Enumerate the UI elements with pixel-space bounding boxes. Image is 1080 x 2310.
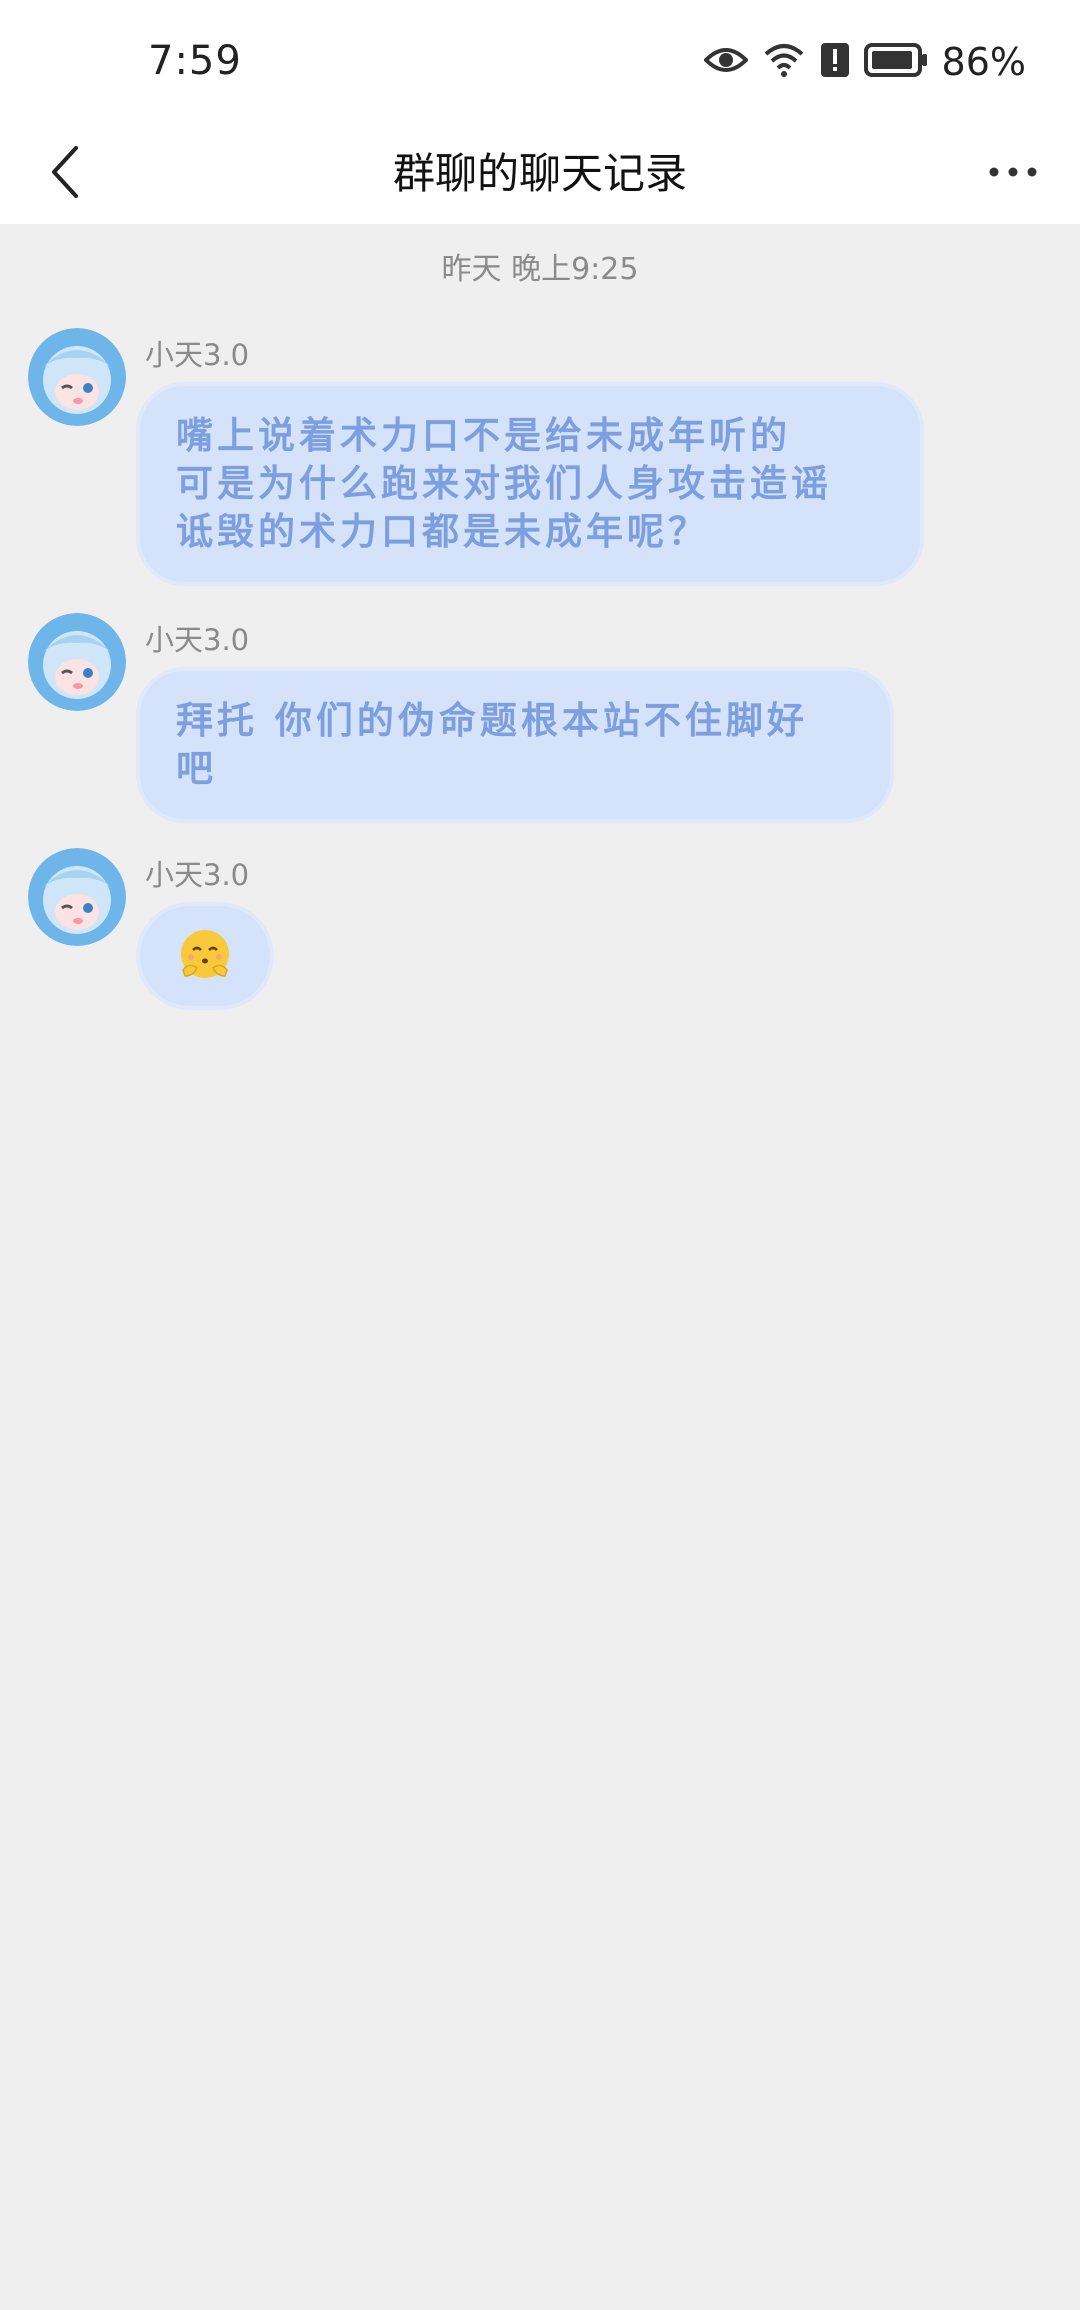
emoji-icon [181, 930, 229, 978]
more-options-button[interactable] [968, 134, 1058, 210]
message-bubble[interactable]: 嘴上说着术力口不是给未成年听的 可是为什么跑来对我们人身攻击造谣 诋毁的术力口都… [140, 386, 920, 582]
battery-icon [863, 43, 928, 81]
message-text-line: 可是为什么跑来对我们人身攻击造谣 [176, 462, 832, 505]
avatar[interactable] [28, 328, 126, 426]
message-bubble[interactable] [140, 906, 270, 1006]
sender-name: 小天3.0 [145, 338, 250, 372]
title-bar: 群聊的聊天记录 [0, 120, 1080, 224]
message-text-line: 嘴上说着术力口不是给未成年听的 [176, 414, 791, 457]
message-text-line: 拜托 你们的伪命题根本站不住脚好 [176, 699, 808, 742]
sender-name: 小天3.0 [145, 858, 250, 892]
wifi-icon [762, 42, 806, 82]
alert-icon [820, 42, 850, 82]
page-title: 群聊的聊天记录 [392, 149, 687, 198]
battery-percent: 86% [941, 40, 1026, 84]
status-icons: 86% [702, 38, 1026, 86]
eye-icon [702, 44, 749, 80]
message-text-line: 吧 [176, 747, 217, 790]
message-text-line: 诋毁的术力口都是未成年呢？ [176, 510, 709, 553]
chat-timestamp: 昨天 晚上9:25 [441, 252, 639, 287]
status-time: 7:59 [148, 38, 242, 84]
more-icon [989, 167, 1037, 177]
sender-name: 小天3.0 [145, 623, 250, 657]
message-bubble[interactable]: 拜托 你们的伪命题根本站不住脚好 吧 [140, 671, 890, 819]
avatar[interactable] [28, 848, 126, 946]
status-bar: 7:59 86% [0, 0, 1080, 120]
avatar[interactable] [28, 613, 126, 711]
